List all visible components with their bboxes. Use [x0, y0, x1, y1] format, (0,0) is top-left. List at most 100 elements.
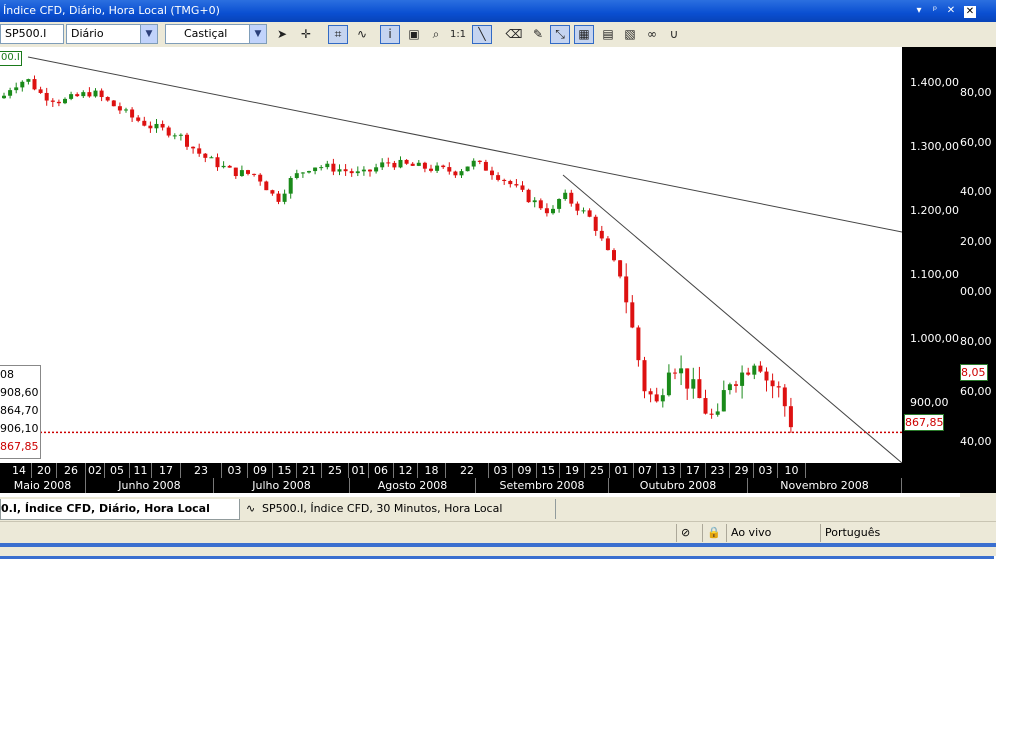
candle-body[interactable]: [368, 169, 372, 172]
candle-body[interactable]: [624, 276, 629, 303]
candle-body[interactable]: [697, 379, 702, 399]
candle-body[interactable]: [288, 178, 293, 194]
candle-body[interactable]: [520, 185, 525, 190]
pin-button[interactable]: ᵖ: [928, 4, 942, 18]
candle-body[interactable]: [654, 394, 659, 402]
candle-body[interactable]: [166, 127, 171, 136]
candle-body[interactable]: [709, 413, 714, 415]
candle-body[interactable]: [203, 153, 208, 158]
candle-body[interactable]: [447, 167, 452, 172]
candle-body[interactable]: [404, 159, 409, 164]
candle-body[interactable]: [642, 360, 647, 392]
candle-body[interactable]: [636, 327, 641, 361]
candle-body[interactable]: [721, 390, 726, 412]
candle-body[interactable]: [398, 159, 403, 168]
candle-body[interactable]: [215, 157, 220, 168]
candle-body[interactable]: [788, 406, 793, 428]
candle-body[interactable]: [605, 238, 610, 251]
candle-body[interactable]: [142, 120, 147, 126]
candle-body[interactable]: [276, 193, 281, 202]
candle-body[interactable]: [2, 95, 6, 99]
template-icon[interactable]: ▤: [598, 25, 618, 44]
symbol-input[interactable]: SP500.I: [0, 24, 64, 44]
chevron-down-icon[interactable]: ▼: [249, 25, 266, 43]
magnet-icon[interactable]: ∪: [664, 25, 684, 44]
candle-body[interactable]: [349, 171, 354, 174]
candle-body[interactable]: [8, 90, 13, 96]
candle-body[interactable]: [666, 372, 671, 396]
candle-body[interactable]: [75, 94, 80, 97]
copy-icon[interactable]: ▣: [404, 25, 424, 44]
candle-body[interactable]: [172, 135, 177, 137]
candle-body[interactable]: [599, 230, 604, 239]
side-close-icon[interactable]: ✕: [964, 6, 976, 18]
candle-body[interactable]: [160, 123, 165, 128]
candle-body[interactable]: [50, 100, 55, 102]
candle-body[interactable]: [227, 165, 232, 168]
candle-body[interactable]: [239, 170, 244, 177]
candle-body[interactable]: [612, 250, 616, 261]
indicator-icon[interactable]: ∿: [352, 25, 372, 44]
candle-body[interactable]: [343, 169, 348, 172]
candle-body[interactable]: [410, 163, 415, 166]
candle-body[interactable]: [465, 166, 470, 172]
candle-body[interactable]: [252, 173, 257, 175]
candle-body[interactable]: [221, 165, 226, 168]
long-trendline[interactable]: [27, 56, 903, 233]
candle-body[interactable]: [56, 101, 61, 104]
zoom-icon[interactable]: ⌕: [426, 25, 446, 44]
candle-body[interactable]: [26, 79, 31, 82]
tab-daily-chart[interactable]: 0.I, Índice CFD, Diário, Hora Local (TMG…: [0, 499, 240, 535]
candle-body[interactable]: [294, 173, 299, 179]
candle-body[interactable]: [544, 208, 549, 214]
candle-body[interactable]: [740, 372, 745, 386]
candle-body[interactable]: [502, 179, 507, 181]
candle-body[interactable]: [496, 175, 501, 180]
candle-body[interactable]: [191, 146, 196, 149]
grid-icon[interactable]: ▦: [574, 25, 594, 44]
candle-body[interactable]: [307, 171, 311, 173]
candle-body[interactable]: [32, 79, 37, 90]
candle-body[interactable]: [380, 162, 385, 168]
candle-body[interactable]: [20, 81, 25, 88]
candle-body[interactable]: [471, 160, 476, 167]
auto-scale-icon[interactable]: ⤡: [550, 25, 570, 44]
candle-body[interactable]: [618, 260, 623, 277]
candle-body[interactable]: [459, 171, 464, 176]
candle-body[interactable]: [435, 165, 440, 171]
candle-body[interactable]: [300, 172, 305, 174]
candle-body[interactable]: [337, 169, 342, 172]
candle-body[interactable]: [770, 380, 775, 387]
candle-body[interactable]: [764, 371, 769, 381]
candle-body[interactable]: [374, 167, 379, 172]
candle-body[interactable]: [185, 134, 189, 147]
candle-body[interactable]: [703, 398, 708, 414]
candle-body[interactable]: [490, 170, 494, 176]
arrow-cursor-icon[interactable]: ➤: [272, 25, 292, 44]
candle-body[interactable]: [105, 97, 110, 101]
price-chart[interactable]: [0, 47, 903, 464]
candle-body[interactable]: [154, 123, 159, 129]
candle-body[interactable]: [746, 372, 751, 375]
candle-body[interactable]: [93, 90, 98, 97]
candle-body[interactable]: [429, 168, 433, 171]
candle-body[interactable]: [392, 162, 397, 168]
candle-body[interactable]: [483, 161, 488, 171]
candle-body[interactable]: [557, 199, 562, 209]
candle-body[interactable]: [246, 170, 250, 174]
candle-body[interactable]: [587, 210, 592, 217]
candle-body[interactable]: [514, 184, 519, 186]
candle-body[interactable]: [508, 180, 513, 185]
candle-body[interactable]: [361, 169, 366, 172]
candle-body[interactable]: [575, 203, 580, 211]
candle-body[interactable]: [679, 368, 684, 374]
candle-body[interactable]: [99, 90, 104, 98]
candle-body[interactable]: [313, 167, 318, 172]
price-scale[interactable]: 1.400,00 1.300,00 1.200,00 1.100,00 1.00…: [902, 47, 960, 463]
lock-icon[interactable]: 🔒: [702, 524, 725, 542]
period-select[interactable]: Diário ▼: [66, 24, 158, 44]
candle-body[interactable]: [593, 216, 598, 231]
candle-body[interactable]: [752, 365, 757, 375]
trendline-icon[interactable]: ╲: [472, 25, 492, 44]
candle-body[interactable]: [355, 171, 360, 174]
